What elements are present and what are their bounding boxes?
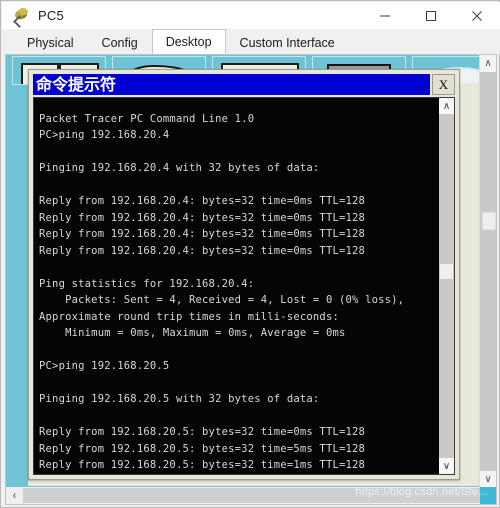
cmd-console[interactable]: Packet Tracer PC Command Line 1.0 PC>pin…	[33, 97, 455, 475]
cmd-vertical-scrollbar[interactable]: ∧ ∨	[439, 98, 454, 474]
desktop-hscroll-track[interactable]	[23, 488, 480, 503]
tab-custom-interface[interactable]: Custom Interface	[226, 30, 349, 54]
desktop-vertical-scrollbar[interactable]: ∧ ∨	[479, 55, 496, 488]
desktop-scroll-left-icon[interactable]: ‹	[6, 487, 23, 504]
tab-config[interactable]: Config	[88, 30, 152, 54]
close-button[interactable]	[454, 2, 500, 29]
maximize-button[interactable]	[408, 2, 454, 29]
desktop-scroll-down-icon[interactable]: ∨	[480, 471, 496, 488]
command-prompt-window: 命令提示符 X Packet Tracer PC Command Line 1.…	[28, 69, 460, 480]
tab-physical-label: Physical	[27, 35, 74, 50]
desktop-panel: 命令提示符 X Packet Tracer PC Command Line 1.…	[5, 54, 497, 505]
cmd-scroll-thumb[interactable]	[440, 264, 453, 279]
cmd-close-button[interactable]: X	[432, 74, 455, 95]
desktop-canvas: 命令提示符 X Packet Tracer PC Command Line 1.…	[6, 55, 496, 504]
tab-bar: Physical Config Desktop Custom Interface	[2, 29, 500, 54]
window-controls	[362, 2, 500, 29]
tab-physical[interactable]: Physical	[13, 30, 88, 54]
cmd-title-fill: 命令提示符	[33, 74, 430, 95]
desktop-scroll-up-icon[interactable]: ∧	[480, 55, 496, 72]
desktop-horizontal-scrollbar[interactable]: ‹	[6, 487, 480, 504]
packet-tracer-icon	[13, 6, 30, 28]
cmd-titlebar[interactable]: 命令提示符 X	[33, 74, 455, 95]
window-title: PC5	[38, 8, 64, 23]
cmd-scroll-up-icon[interactable]: ∧	[439, 98, 454, 114]
cmd-console-output: Packet Tracer PC Command Line 1.0 PC>pin…	[39, 112, 405, 472]
minimize-button[interactable]	[362, 2, 408, 29]
tab-desktop[interactable]: Desktop	[151, 29, 226, 54]
pc5-window: PC5 Physical Config Desktop Custom Inter…	[0, 0, 500, 508]
tab-config-label: Config	[101, 35, 138, 50]
tab-custom-interface-label: Custom Interface	[239, 35, 335, 50]
cmd-scroll-track[interactable]	[439, 114, 454, 458]
desktop-vscroll-thumb[interactable]	[482, 212, 496, 230]
cmd-title: 命令提示符	[36, 74, 117, 94]
scrollbar-corner	[480, 487, 496, 504]
window-titlebar: PC5	[2, 2, 500, 29]
cmd-scroll-down-icon[interactable]: ∨	[439, 458, 454, 474]
desktop-left-margin	[6, 55, 28, 504]
tab-desktop-label: Desktop	[165, 34, 212, 49]
desktop-vscroll-track[interactable]	[480, 72, 496, 471]
